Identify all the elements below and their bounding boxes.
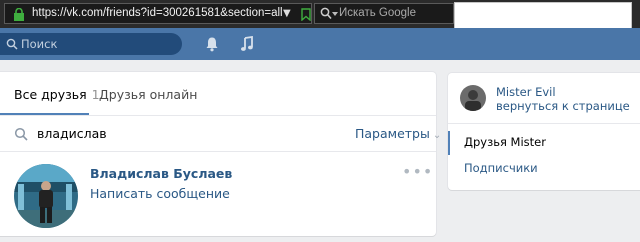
friends-search: владислав Параметры ⌄ bbox=[0, 116, 441, 152]
list-item: Владислав Буслаев Написать сообщение ••• bbox=[0, 152, 436, 236]
address-bar[interactable]: https://vk.com/friends?id=300261581&sect… bbox=[4, 3, 312, 24]
parameters-button[interactable]: Параметры ⌄ bbox=[355, 126, 441, 141]
music-icon[interactable] bbox=[240, 36, 254, 52]
friends-panel: Все друзья 1 Друзья онлайн владислав Пара… bbox=[0, 72, 441, 236]
chevron-down-icon: ⌄ bbox=[432, 130, 442, 141]
site-header: Поиск bbox=[0, 28, 640, 60]
friends-search-input[interactable]: владислав bbox=[37, 126, 107, 141]
url-text: https://vk.com/friends?id=300261581&sect… bbox=[32, 7, 283, 19]
browser-search-input[interactable]: Искать Google bbox=[314, 3, 454, 24]
friend-avatar[interactable] bbox=[14, 164, 78, 228]
header-search-input[interactable]: Поиск bbox=[0, 33, 182, 55]
more-actions-icon[interactable]: ••• bbox=[402, 162, 433, 181]
tab-all-label: Все друзья bbox=[14, 87, 87, 102]
tab-all-friends[interactable]: Все друзья 1 bbox=[14, 87, 100, 102]
friends-tabs: Все друзья 1 Друзья онлайн bbox=[0, 72, 436, 116]
search-engine-arrow-icon[interactable] bbox=[332, 12, 338, 16]
sidebar-panel: Mister Evil вернуться к странице Друзья … bbox=[448, 73, 640, 190]
search-icon bbox=[320, 7, 332, 20]
bookmark-icon[interactable] bbox=[301, 8, 311, 21]
bell-icon[interactable] bbox=[205, 36, 219, 52]
sidebar-item-label: Друзья Mister bbox=[464, 135, 546, 149]
user-name-link[interactable]: Mister Evil bbox=[496, 85, 556, 99]
search-icon bbox=[6, 38, 18, 50]
write-message-link[interactable]: Написать сообщение bbox=[90, 186, 230, 201]
active-item-indicator bbox=[448, 131, 450, 155]
friend-name-link[interactable]: Владислав Буслаев bbox=[90, 166, 232, 181]
back-to-page-link[interactable]: вернуться к странице bbox=[496, 99, 630, 113]
avatar[interactable] bbox=[460, 85, 486, 111]
chevron-down-icon[interactable]: ▼ bbox=[283, 8, 291, 19]
browser-search-placeholder: Искать Google bbox=[339, 7, 416, 19]
header-search-placeholder: Поиск bbox=[21, 37, 58, 51]
active-tab-indicator bbox=[0, 113, 89, 115]
lock-icon bbox=[14, 8, 24, 21]
tab-friends-online[interactable]: Друзья онлайн bbox=[99, 87, 197, 102]
sidebar-item-subscribers[interactable]: Подписчики bbox=[464, 161, 538, 175]
sidebar-item-friends[interactable]: Друзья Mister bbox=[448, 131, 640, 155]
parameters-label: Параметры bbox=[355, 126, 430, 141]
divider bbox=[448, 123, 640, 124]
search-icon bbox=[14, 127, 28, 141]
